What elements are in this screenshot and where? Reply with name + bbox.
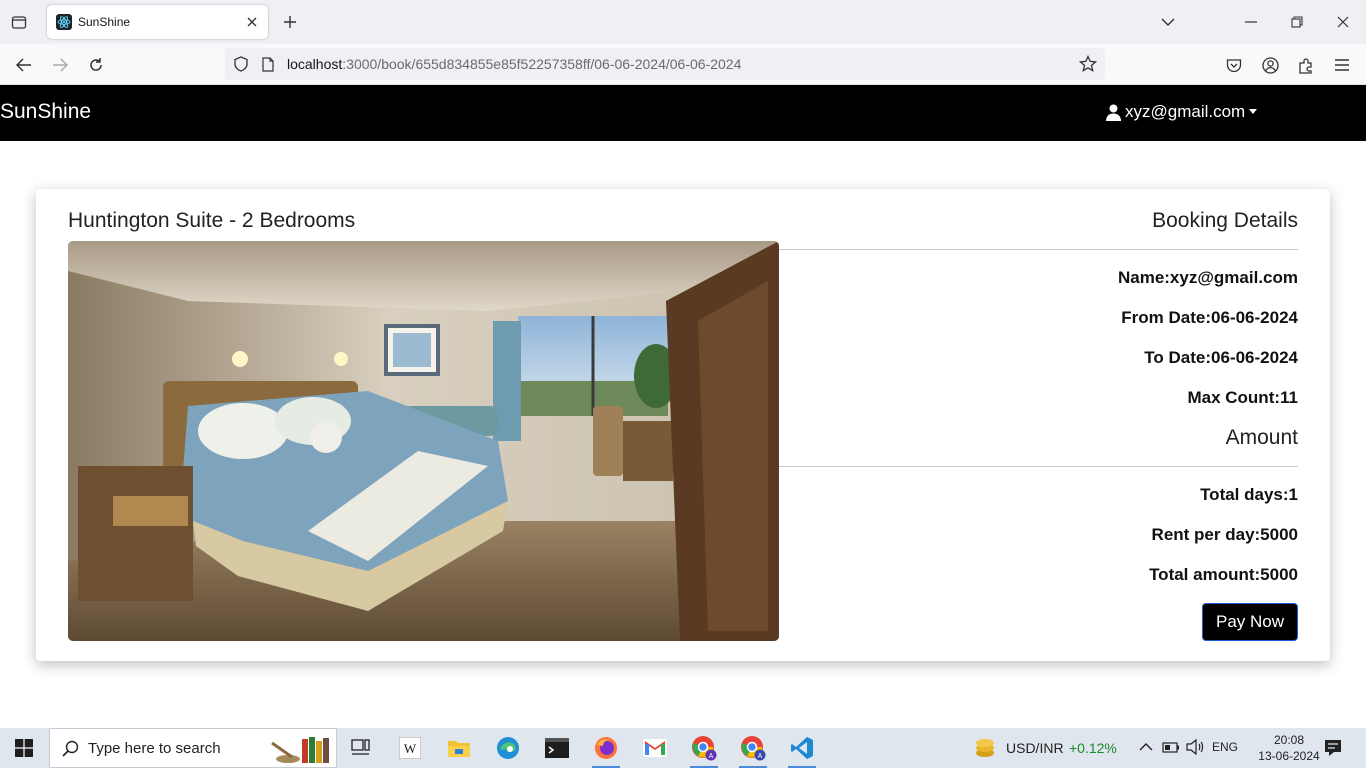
firefox-icon[interactable]	[586, 732, 626, 768]
clock-time: 20:08	[1273, 733, 1305, 747]
reload-icon[interactable]	[83, 52, 109, 78]
browser-tab[interactable]: SunShine	[47, 5, 268, 39]
app-navbar: SunShine xyz@gmail.com	[0, 85, 1366, 141]
rent-per-day: Rent per day:5000	[1151, 525, 1298, 544]
windows-start-icon[interactable]	[0, 728, 48, 768]
terminal-icon[interactable]	[537, 732, 577, 764]
ticker-name[interactable]: USD/INR	[1006, 740, 1064, 756]
total-days: Total days:1	[1200, 485, 1298, 504]
close-window-icon[interactable]	[1331, 10, 1355, 34]
new-tab-icon[interactable]	[279, 11, 301, 33]
tab-overflow-chevron-icon[interactable]	[1156, 10, 1180, 34]
bookmark-star-icon[interactable]	[1079, 55, 1097, 73]
booking-card: Huntington Suite - 2 Bedrooms Booking De…	[36, 189, 1330, 661]
room-title: Huntington Suite - 2 Bedrooms	[68, 209, 356, 232]
react-favicon-icon	[56, 14, 72, 30]
brand-logo[interactable]: SunShine	[0, 100, 91, 124]
caret-down-icon	[1249, 108, 1258, 114]
booking-details-heading: Booking Details	[1152, 209, 1298, 232]
battery-icon[interactable]	[1162, 742, 1180, 753]
search-highlight-art-icon	[262, 733, 334, 765]
file-explorer-icon[interactable]	[439, 732, 479, 764]
restore-icon[interactable]	[1285, 10, 1309, 34]
forward-arrow-icon[interactable]	[47, 52, 73, 78]
search-icon	[62, 740, 79, 757]
language-indicator[interactable]: ENG	[1212, 740, 1238, 754]
clock-date: 13-06-2024	[1258, 749, 1320, 763]
address-bar[interactable]: localhost:3000/book/655d834855e85f522573…	[225, 48, 1105, 80]
amount-divider	[779, 466, 1298, 467]
account-icon[interactable]	[1259, 54, 1281, 76]
wikipedia-app-icon[interactable]: W	[390, 732, 430, 764]
booking-divider	[779, 249, 1298, 250]
windows-taskbar: Type here to search W A A USD/INR +0.12%	[0, 728, 1366, 768]
amount-heading: Amount	[1225, 426, 1298, 449]
tab-title: SunShine	[78, 15, 131, 29]
taskbar-search[interactable]: Type here to search	[49, 728, 337, 768]
total-amount: Total amount:5000	[1149, 565, 1298, 584]
url-path: :3000/book/655d834855e85f52257358ff/06-0…	[342, 56, 742, 72]
gmail-icon[interactable]	[635, 732, 675, 764]
vscode-icon[interactable]	[782, 732, 822, 768]
booking-to-date: To Date:06-06-2024	[1144, 348, 1298, 367]
page-icon[interactable]	[259, 55, 277, 73]
booking-from-date: From Date:06-06-2024	[1121, 308, 1298, 327]
chrome-profile-a-icon[interactable]: A	[684, 732, 724, 768]
browser-toolbar: localhost:3000/book/655d834855e85f522573…	[0, 44, 1366, 85]
booking-max-count: Max Count:11	[1187, 388, 1298, 407]
minimize-icon[interactable]	[1239, 10, 1263, 34]
chrome-profile-b-icon[interactable]: A	[733, 732, 773, 768]
pay-now-button[interactable]: Pay Now	[1202, 603, 1298, 641]
user-icon	[1106, 104, 1121, 121]
user-dropdown[interactable]: xyz@gmail.com	[1106, 102, 1258, 122]
back-arrow-icon[interactable]	[11, 52, 37, 78]
shield-icon[interactable]	[232, 55, 250, 73]
url-host: localhost	[287, 56, 343, 72]
svg-text:W: W	[404, 741, 417, 756]
url-text[interactable]: localhost:3000/book/655d834855e85f522573…	[287, 56, 741, 72]
system-clock[interactable]: 20:08 13-06-2024	[1258, 732, 1320, 764]
menu-hamburger-icon[interactable]	[1331, 54, 1353, 76]
notifications-icon[interactable]	[1324, 739, 1342, 757]
search-placeholder: Type here to search	[88, 739, 221, 757]
pocket-icon[interactable]	[1223, 54, 1245, 76]
browser-tab-bar: SunShine	[0, 0, 1366, 44]
stock-ticker-icon	[975, 738, 997, 758]
ticker-change: +0.12%	[1069, 740, 1117, 756]
chevron-up-icon[interactable]	[1139, 742, 1153, 751]
extensions-icon[interactable]	[1295, 54, 1317, 76]
task-view-icon[interactable]	[341, 732, 381, 764]
room-photo	[68, 241, 779, 641]
tab-close-icon[interactable]	[240, 10, 264, 34]
svg-text:A: A	[758, 753, 763, 760]
svg-text:A: A	[709, 753, 714, 760]
volume-icon[interactable]	[1186, 739, 1204, 755]
tab-list-icon[interactable]	[8, 11, 30, 33]
edge-browser-icon[interactable]	[488, 732, 528, 764]
user-email: xyz@gmail.com	[1125, 102, 1246, 121]
booking-name: Name:xyz@gmail.com	[1117, 268, 1298, 287]
